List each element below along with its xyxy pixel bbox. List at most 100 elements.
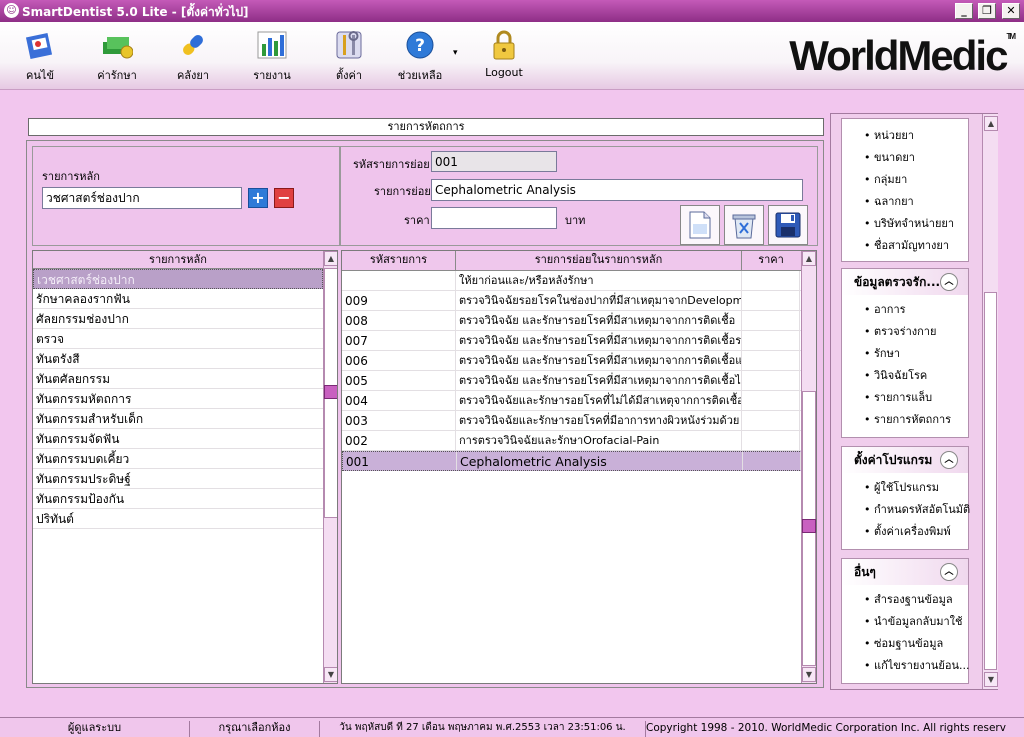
main-grid-row[interactable]: เวชศาสตร์ช่องปาก [33, 269, 323, 289]
bullet-icon: • [864, 615, 874, 628]
sidebar-link[interactable]: • บริษัทจำหน่ายยา [842, 213, 968, 235]
sidebar-link[interactable]: • รายการหัตถการ [842, 409, 968, 431]
sub-grid-scrollbar[interactable]: ▲ ▼ [801, 251, 816, 683]
main-grid-scrollbar[interactable]: ▲ ▼ [323, 251, 337, 683]
sub-grid-row[interactable]: 009 ตรวจวินิจฉัยรอยโรคในช่องปากที่มีสาเหต… [342, 291, 802, 311]
sidebar-link[interactable]: • ผู้ใช้โปรแกรม [842, 477, 968, 499]
scroll-up-icon[interactable]: ▲ [802, 251, 816, 266]
sub-grid-row[interactable]: 007 ตรวจวินิจฉัย และรักษารอยโรคที่มีสาเหต… [342, 331, 802, 351]
sidebar-link[interactable]: • นำข้อมูลกลับมาใช้ [842, 611, 968, 633]
sidebar-group-drug: • หน่วยยา • ขนาดยา • กลุ่มยา • ฉลากยา • บริษ… [841, 118, 969, 262]
sub-grid-row[interactable]: 001 Cephalometric Analysis [342, 451, 802, 471]
scroll-thumb[interactable] [324, 385, 337, 399]
help-dropdown-arrow-icon[interactable]: ▾ [453, 48, 458, 58]
sidebar-link[interactable]: • รายการแล็บ [842, 387, 968, 409]
status-datetime: วัน พฤหัสบดี ที่ 27 เดือน พฤษภาคม พ.ศ.25… [320, 721, 646, 737]
cell-name: Cephalometric Analysis [457, 452, 743, 470]
bullet-icon: • [864, 217, 874, 230]
scroll-down-icon[interactable]: ▼ [802, 667, 816, 682]
scroll-down-icon[interactable]: ▼ [984, 672, 998, 687]
main-item-input[interactable] [42, 187, 242, 209]
cell-price [743, 452, 801, 470]
main-grid-row[interactable]: ศัลยกรรมช่องปาก [33, 309, 323, 329]
restore-button[interactable]: ❐ [978, 3, 996, 19]
sidebar-link[interactable]: • รักษา [842, 343, 968, 365]
sub-grid-row[interactable]: 005 ตรวจวินิจฉัย และรักษารอยโรคที่มีสาเหต… [342, 371, 802, 391]
main-grid-row[interactable]: ทันตกรรมบดเคี้ยว [33, 449, 323, 469]
scroll-thumb[interactable] [802, 519, 816, 533]
sidebar-link[interactable]: • ตั้งค่าเครื่องพิมพ์ [842, 521, 968, 543]
save-button[interactable] [768, 205, 808, 245]
main-grid-row[interactable]: ตรวจ [33, 329, 323, 349]
close-button[interactable]: ✕ [1002, 3, 1020, 19]
collapse-up-icon[interactable]: ︿ [940, 273, 958, 291]
bullet-icon: • [864, 195, 874, 208]
new-button[interactable] [680, 205, 720, 245]
scroll-up-icon[interactable]: ▲ [324, 251, 337, 266]
collapse-up-icon[interactable]: ︿ [940, 451, 958, 469]
program-group-header[interactable]: ตั้งค่าโปรแกรม ︿ [842, 447, 968, 473]
minimize-button[interactable]: _ [955, 3, 973, 19]
sidebar-scrollbar[interactable]: ▲ ▼ [982, 114, 998, 689]
sidebar-link[interactable]: • ซ่อมฐานข้อมูล [842, 633, 968, 655]
cell-name: ตรวจวินิจฉัยและรักษารอยโรคที่ไม่ได้มีสาเ… [456, 391, 742, 410]
sidebar-link[interactable]: • วินิจฉัยโรค [842, 365, 968, 387]
cell-name: ตรวจวินิจฉัย และรักษารอยโรคที่มีสาเหตุมา… [456, 371, 742, 390]
scroll-thumb[interactable] [984, 292, 997, 670]
main-grid-row[interactable]: ทันตศัลยกรรม [33, 369, 323, 389]
cell-price [742, 331, 800, 350]
sidebar-link[interactable]: • หน่วยยา [842, 125, 968, 147]
money-icon [100, 28, 134, 62]
main-grid-row[interactable]: ทันตกรรมประดิษฐ์ [33, 469, 323, 489]
main-grid-row[interactable]: ปริทันต์ [33, 509, 323, 529]
toolbar-report-button[interactable]: รายงาน [244, 28, 300, 88]
add-main-item-button[interactable]: + [248, 188, 268, 208]
main-grid-row[interactable]: ทันตกรรมสำหรับเด็ก [33, 409, 323, 429]
col-name-header[interactable]: รายการย่อยในรายการหลัก [456, 251, 742, 271]
cell-name: ตรวจวินิจฉัย และรักษารอยโรคที่มีสาเหตุมา… [456, 351, 742, 370]
collapse-up-icon[interactable]: ︿ [940, 563, 958, 581]
cell-code: 003 [342, 411, 456, 430]
sidebar-link[interactable]: • อาการ [842, 299, 968, 321]
toolbar-patient-button[interactable]: คนไข้ [12, 28, 68, 88]
price-input[interactable] [431, 207, 557, 229]
sub-grid-row[interactable]: 004 ตรวจวินิจฉัยและรักษารอยโรคที่ไม่ได้มี… [342, 391, 802, 411]
sidebar-link-label: สำรองฐานข้อมูล [874, 593, 953, 606]
sub-grid-row[interactable]: 006 ตรวจวินิจฉัย และรักษารอยโรคที่มีสาเหต… [342, 351, 802, 371]
program-group-items: • ผู้ใช้โปรแกรม • กำหนดรหัสอัตโนมัติ • ตั้… [842, 473, 971, 543]
sidebar-link[interactable]: • ขนาดยา [842, 147, 968, 169]
toolbar-fee-button[interactable]: ค่ารักษา [88, 28, 146, 88]
sidebar-link[interactable]: • แก้ไขรายงานย้อน... [842, 655, 969, 677]
scroll-down-icon[interactable]: ▼ [324, 667, 337, 682]
delete-button[interactable] [724, 205, 764, 245]
sub-name-input[interactable] [431, 179, 803, 201]
exam-group-header[interactable]: ข้อมูลตรวจรัก... ︿ [842, 269, 968, 295]
delete-main-item-button[interactable]: − [274, 188, 294, 208]
toolbar-pharmacy-button[interactable]: คลังยา [166, 28, 220, 88]
main-grid-row[interactable]: รักษาคลองรากฟัน [33, 289, 323, 309]
main-grid-row[interactable]: ทันตกรรมจัดฟัน [33, 429, 323, 449]
sidebar-link[interactable]: • ตรวจร่างกาย [842, 321, 968, 343]
toolbar-help-button[interactable]: ? ช่วยเหลือ [394, 28, 446, 88]
toolbar-logout-button[interactable]: Logout [478, 28, 530, 88]
toolbar-settings-button[interactable]: ตั้งค่า [322, 28, 376, 88]
sidebar-link[interactable]: • กลุ่มยา [842, 169, 968, 191]
sub-grid-row[interactable]: 008 ตรวจวินิจฉัย และรักษารอยโรคที่มีสาเหต… [342, 311, 802, 331]
sidebar-link[interactable]: • ชื่อสามัญทางยา [842, 235, 968, 257]
main-grid-row[interactable]: ทันตกรรมหัตถการ [33, 389, 323, 409]
main-grid-row[interactable]: ทันตกรรมป้องกัน [33, 489, 323, 509]
sub-grid-row[interactable]: 003 ตรวจวินิจฉัยและรักษารอยโรคที่มีอาการท… [342, 411, 802, 431]
sidebar-link[interactable]: • กำหนดรหัสอัตโนมัติ [842, 499, 971, 521]
tools-icon [332, 28, 366, 62]
main-grid-row[interactable]: ทันตรังสี [33, 349, 323, 369]
sub-code-input[interactable] [431, 151, 557, 172]
sub-grid-row[interactable]: ให้ยาก่อนและ/หรือหลังรักษา [342, 271, 802, 291]
other-group-header[interactable]: อื่นๆ ︿ [842, 559, 968, 585]
sidebar-link[interactable]: • สำรองฐานข้อมูล [842, 589, 968, 611]
sidebar-link-label: กำหนดรหัสอัตโนมัติ [874, 503, 971, 516]
col-price-header[interactable]: ราคา [742, 251, 800, 271]
sub-grid-row[interactable]: 002 การตรวจวินิจฉัยและรักษาOrofacial-Pain [342, 431, 802, 451]
sidebar-link[interactable]: • ฉลากยา [842, 191, 968, 213]
col-code-header[interactable]: รหัสรายการ [342, 251, 456, 271]
scroll-up-icon[interactable]: ▲ [984, 116, 998, 131]
